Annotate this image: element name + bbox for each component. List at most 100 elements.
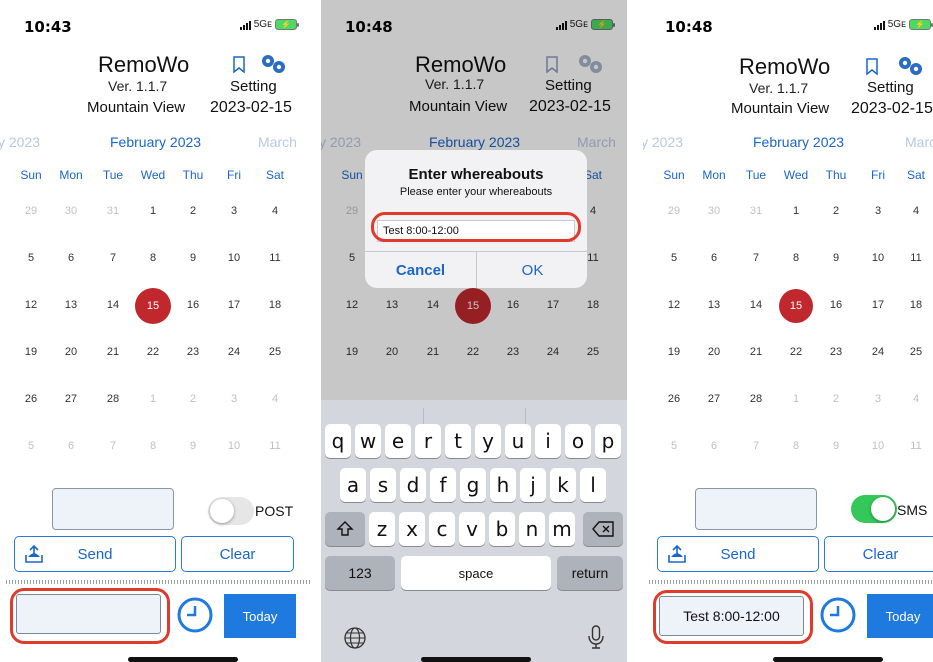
- key-v[interactable]: v: [459, 512, 485, 546]
- calendar-day[interactable]: 11: [899, 252, 933, 264]
- calendar-day[interactable]: 9: [174, 252, 212, 264]
- key-d[interactable]: d: [400, 468, 426, 502]
- calendar-day[interactable]: 28: [94, 393, 132, 405]
- ok-button[interactable]: OK: [477, 252, 587, 288]
- bookmark-icon[interactable]: [232, 56, 246, 74]
- key-e[interactable]: e: [385, 424, 411, 458]
- calendar-day[interactable]: 8: [134, 440, 172, 452]
- microphone-icon[interactable]: [587, 624, 605, 650]
- calendar-day[interactable]: 7: [739, 440, 773, 452]
- key-z[interactable]: z: [369, 512, 395, 546]
- calendar-day[interactable]: 25: [256, 346, 294, 358]
- post-toggle[interactable]: [208, 497, 254, 525]
- key-c[interactable]: c: [429, 512, 455, 546]
- calendar-day[interactable]: 6: [52, 252, 90, 264]
- calendar-day[interactable]: 9: [819, 252, 853, 264]
- gear-icon[interactable]: [258, 52, 288, 76]
- key-x[interactable]: x: [399, 512, 425, 546]
- calendar-day[interactable]: 7: [94, 440, 132, 452]
- sms-toggle[interactable]: [851, 495, 897, 523]
- calendar-day[interactable]: 31: [94, 205, 132, 217]
- today-button[interactable]: Today: [224, 594, 296, 638]
- calendar-day[interactable]: 12: [657, 299, 691, 311]
- memo-input[interactable]: [52, 488, 174, 530]
- calendar-day[interactable]: 30: [52, 205, 90, 217]
- calendar-day[interactable]: 4: [899, 205, 933, 217]
- numbers-key[interactable]: 123: [325, 556, 395, 590]
- setting-label[interactable]: Setting: [867, 79, 914, 96]
- calendar-day[interactable]: 18: [256, 299, 294, 311]
- key-n[interactable]: n: [519, 512, 545, 546]
- key-u[interactable]: u: [505, 424, 531, 458]
- calendar-day[interactable]: 10: [861, 252, 895, 264]
- calendar-day[interactable]: 13: [697, 299, 731, 311]
- calendar-day[interactable]: 23: [819, 346, 853, 358]
- send-button[interactable]: Send: [657, 536, 819, 572]
- key-j[interactable]: j: [520, 468, 546, 502]
- calendar-day[interactable]: 2: [819, 205, 853, 217]
- prev-month-label[interactable]: y 2023: [0, 134, 40, 150]
- calendar-day[interactable]: 4: [256, 393, 294, 405]
- calendar-day[interactable]: 8: [134, 252, 172, 264]
- key-f[interactable]: f: [430, 468, 456, 502]
- calendar-day[interactable]: 15: [135, 288, 171, 324]
- calendar-day[interactable]: 26: [657, 393, 691, 405]
- send-button[interactable]: Send: [14, 536, 176, 572]
- calendar-day[interactable]: 27: [697, 393, 731, 405]
- calendar-day[interactable]: 8: [779, 440, 813, 452]
- calendar-day[interactable]: 10: [215, 252, 253, 264]
- calendar-day[interactable]: 31: [739, 205, 773, 217]
- clock-icon[interactable]: [176, 596, 214, 634]
- calendar-day[interactable]: 8: [779, 252, 813, 264]
- key-g[interactable]: g: [460, 468, 486, 502]
- cancel-button[interactable]: Cancel: [365, 252, 476, 288]
- setting-label[interactable]: Setting: [230, 78, 277, 95]
- key-p[interactable]: p: [595, 424, 621, 458]
- calendar-day[interactable]: 15: [779, 289, 813, 323]
- calendar-day[interactable]: 3: [215, 205, 253, 217]
- calendar-day[interactable]: 4: [899, 393, 933, 405]
- shift-key[interactable]: [325, 512, 365, 546]
- backspace-key[interactable]: [583, 512, 623, 546]
- calendar-day[interactable]: 20: [52, 346, 90, 358]
- key-r[interactable]: r: [415, 424, 441, 458]
- calendar-day[interactable]: 12: [12, 299, 50, 311]
- calendar-day[interactable]: 28: [739, 393, 773, 405]
- calendar-day[interactable]: 26: [12, 393, 50, 405]
- calendar-day[interactable]: 10: [215, 440, 253, 452]
- key-q[interactable]: q: [325, 424, 351, 458]
- calendar-day[interactable]: 24: [861, 346, 895, 358]
- gear-icon[interactable]: [895, 54, 925, 78]
- calendar-day[interactable]: 24: [215, 346, 253, 358]
- key-w[interactable]: w: [355, 424, 381, 458]
- calendar-day[interactable]: 22: [134, 346, 172, 358]
- calendar-day[interactable]: 21: [94, 346, 132, 358]
- calendar-day[interactable]: 29: [657, 205, 691, 217]
- key-l[interactable]: l: [580, 468, 606, 502]
- calendar-day[interactable]: 5: [12, 252, 50, 264]
- calendar-day[interactable]: 1: [134, 393, 172, 405]
- calendar-day[interactable]: 14: [739, 299, 773, 311]
- calendar-day[interactable]: 17: [861, 299, 895, 311]
- key-b[interactable]: b: [489, 512, 515, 546]
- calendar-day[interactable]: 19: [12, 346, 50, 358]
- key-m[interactable]: m: [549, 512, 575, 546]
- calendar-day[interactable]: 1: [779, 393, 813, 405]
- key-y[interactable]: y: [475, 424, 501, 458]
- today-button[interactable]: Today: [867, 594, 933, 638]
- calendar-day[interactable]: 9: [819, 440, 853, 452]
- return-key[interactable]: return: [557, 556, 623, 590]
- calendar-day[interactable]: 17: [215, 299, 253, 311]
- calendar-day[interactable]: 11: [899, 440, 933, 452]
- key-i[interactable]: i: [535, 424, 561, 458]
- calendar-day[interactable]: 2: [819, 393, 853, 405]
- key-s[interactable]: s: [370, 468, 396, 502]
- key-o[interactable]: o: [565, 424, 591, 458]
- calendar-day[interactable]: 22: [779, 346, 813, 358]
- calendar-day[interactable]: 10: [861, 440, 895, 452]
- calendar-day[interactable]: 5: [12, 440, 50, 452]
- calendar-day[interactable]: 5: [657, 440, 691, 452]
- calendar-day[interactable]: 20: [697, 346, 731, 358]
- calendar-day[interactable]: 18: [899, 299, 933, 311]
- calendar-day[interactable]: 6: [697, 440, 731, 452]
